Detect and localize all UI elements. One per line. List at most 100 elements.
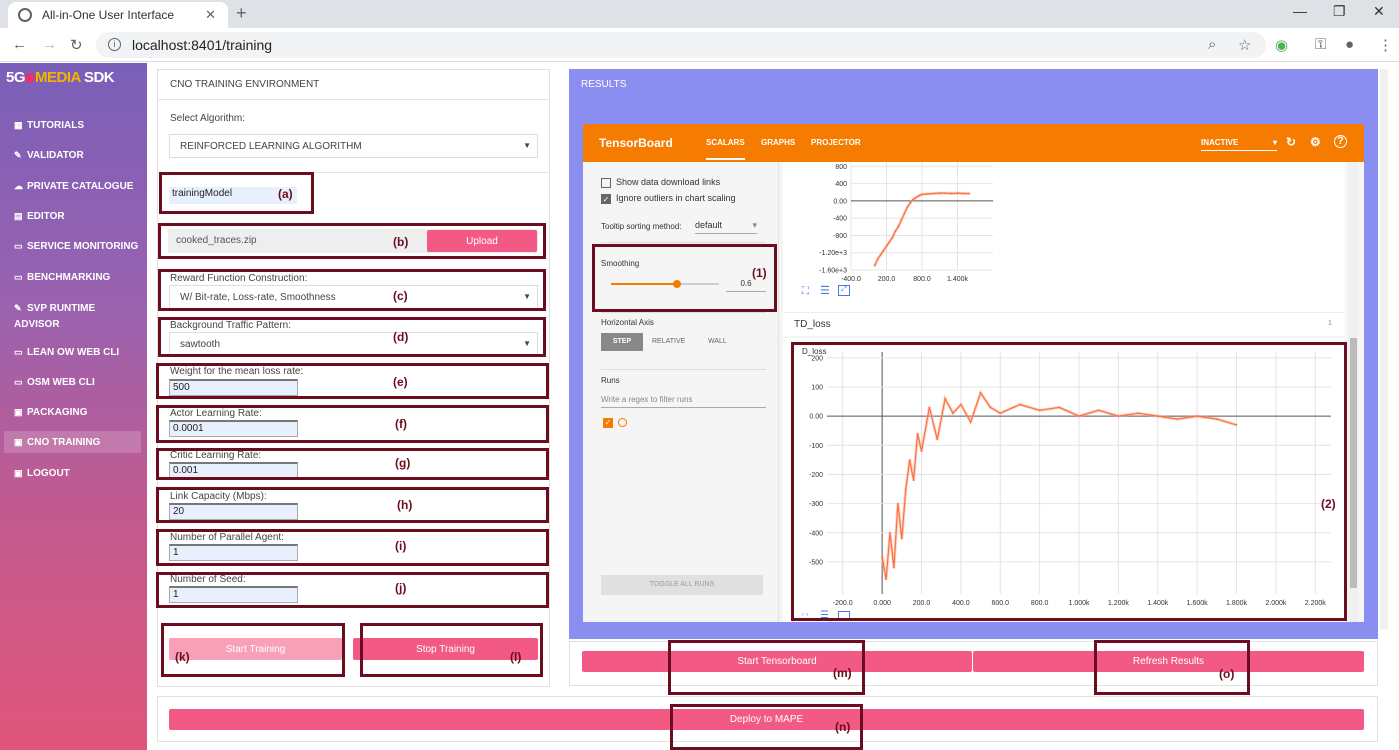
sidebar-item-label: PRIVATE CATALOGUE: [27, 181, 134, 192]
show-download-label: Show data download links: [616, 177, 721, 187]
maximize-icon[interactable]: ❐: [1333, 3, 1346, 20]
sidebar-item-private-catalogue[interactable]: ☁ PRIVATE CATALOGUE: [14, 178, 139, 195]
logo-5g: 5G: [6, 69, 26, 86]
show-download-checkbox[interactable]: Show data download links: [601, 177, 720, 188]
axis-wall-button[interactable]: WALL: [708, 338, 727, 345]
sidebar: 5G MEDIA SDK ▦ TUTORIALS ✎ VALIDATOR ☁ PRIVA…: [0, 63, 147, 750]
page-scrollbar[interactable]: [1380, 69, 1388, 629]
fullscreen-icon[interactable]: ⛶: [802, 286, 809, 297]
sidebar-item-cno-training[interactable]: ▣ CNO TRAINING: [4, 431, 141, 453]
sidebar-item-svp-runtime-advisor[interactable]: ✎ SVP RUNTIME ADVISOR: [14, 300, 139, 333]
sidebar-item-logout[interactable]: ▣ LOGOUT: [14, 465, 139, 482]
status-select[interactable]: INACTIVE ▾: [1201, 138, 1277, 151]
logo-dot-icon: [25, 73, 36, 84]
annotation-c: (c): [393, 289, 408, 303]
info-icon[interactable]: i: [108, 38, 121, 51]
annotation-2: (2): [1321, 497, 1336, 511]
sidebar-item-label: CNO TRAINING: [27, 437, 101, 448]
training-panel-header: CNO TRAINING ENVIRONMENT: [158, 70, 549, 100]
annotation-box-d: [158, 317, 546, 357]
algorithm-value: REINFORCED LEARNING ALGORITHM: [180, 141, 362, 152]
new-tab-icon[interactable]: +: [236, 3, 247, 24]
reload-icon[interactable]: ↻: [70, 36, 83, 54]
zoom-icon[interactable]: ⌕: [1208, 36, 1216, 53]
sidebar-item-validator[interactable]: ✎ VALIDATOR: [14, 147, 139, 164]
y-tick-label: 800: [835, 164, 847, 171]
toggle-all-runs-button[interactable]: TOGGLE ALL RUNS: [601, 575, 763, 595]
close-tab-icon[interactable]: ✕: [205, 7, 216, 23]
edit-icon: ▤: [14, 211, 23, 221]
sidebar-item-packaging[interactable]: ▣ PACKAGING: [14, 404, 139, 421]
sidebar-item-benchmarking[interactable]: ▭ BENCHMARKING: [14, 269, 139, 286]
annotation-j: (j): [395, 581, 407, 595]
help-icon[interactable]: ?: [1334, 135, 1347, 148]
chart-top-svg: -400.0 200.0 800.0 1.400k 800 400 0.00 -400 -800…: [819, 162, 993, 283]
close-window-icon[interactable]: ✕: [1373, 3, 1385, 20]
profile-icon[interactable]: ●: [1345, 36, 1354, 53]
box-icon: ▣: [14, 407, 23, 417]
td-loss-card-header[interactable]: TD_loss 1: [783, 312, 1345, 336]
annotation-m: (m): [833, 666, 852, 680]
data-point: [897, 225, 900, 228]
tab-graphs[interactable]: GRAPHS: [761, 138, 795, 147]
wrench-icon: ✎: [14, 150, 22, 160]
data-point: [968, 192, 971, 195]
minimize-icon[interactable]: —: [1293, 3, 1307, 19]
sidebar-item-tutorials[interactable]: ▦ TUTORIALS: [14, 117, 139, 134]
annotation-l: (l): [510, 650, 522, 664]
url-text: localhost:8401/training: [132, 37, 273, 53]
data-point: [891, 236, 894, 239]
refresh-icon[interactable]: ↻: [1286, 135, 1296, 149]
annotation-box-g: [156, 448, 549, 480]
annotation-box-j: [156, 572, 549, 608]
settings-gear-icon[interactable]: ⚙: [1310, 135, 1321, 149]
ignore-outliers-checkbox[interactable]: ✓ Ignore outliers in chart scaling: [601, 193, 736, 204]
algorithm-select[interactable]: REINFORCED LEARNING ALGORITHM ▼: [169, 134, 538, 158]
monitor-icon: ▭: [14, 241, 23, 251]
scrollbar-thumb[interactable]: [1350, 338, 1357, 588]
menu-kebab-icon[interactable]: ⋮: [1378, 36, 1393, 54]
tensorboard-scrollbar[interactable]: [1348, 162, 1358, 622]
extension-icon[interactable]: ◉: [1275, 36, 1288, 54]
logo-media: MEDIA: [35, 69, 81, 86]
forward-icon[interactable]: →: [42, 36, 57, 53]
data-point: [956, 192, 959, 195]
data-point: [873, 264, 876, 267]
chevron-down-icon: ▾: [1272, 138, 1277, 147]
axis-step-button[interactable]: STEP: [601, 333, 643, 351]
data-point: [909, 202, 912, 204]
url-field[interactable]: i localhost:8401/training: [96, 32, 1266, 58]
y-tick-label: -400: [833, 216, 847, 223]
annotation-box-e: [156, 363, 549, 399]
tab-scalars[interactable]: SCALARS: [706, 138, 745, 160]
divider: [601, 369, 766, 370]
annotation-g: (g): [395, 456, 411, 470]
browser-tab[interactable]: All-in-One User Interface ✕: [8, 2, 228, 28]
status-value: INACTIVE: [1201, 138, 1239, 147]
sidebar-item-service-monitoring[interactable]: ▭ SERVICE MONITORING: [14, 238, 139, 255]
y-tick-label: 0.00: [833, 198, 847, 205]
y-tick-label: 400: [835, 181, 847, 188]
logo-sdk: SDK: [83, 69, 115, 86]
monitor-icon: ▭: [14, 347, 23, 357]
runs-filter-input[interactable]: Write a regex to filter runs: [601, 395, 766, 408]
data-point: [885, 245, 888, 248]
sidebar-item-osm-web-cli[interactable]: ▭ OSM WEB CLI: [14, 374, 139, 391]
logo: 5G MEDIA SDK: [6, 69, 115, 86]
back-icon[interactable]: ←: [12, 36, 27, 53]
fit-domain-icon[interactable]: ⤢: [838, 285, 850, 296]
key-icon[interactable]: ⚿: [1315, 36, 1326, 53]
annotation-box-i: [156, 529, 549, 566]
list-lines-icon[interactable]: ☰: [820, 284, 830, 297]
run-checkbox[interactable]: ✓: [603, 418, 613, 428]
axis-relative-button[interactable]: RELATIVE: [652, 338, 685, 345]
run-color-icon: [618, 418, 627, 427]
sidebar-item-lean-ow-web-cli[interactable]: ▭ LEAN OW WEB CLI: [14, 344, 139, 361]
data-point: [944, 192, 947, 195]
tooltip-sorting-select[interactable]: default ▾: [695, 220, 757, 234]
tab-projector[interactable]: PROJECTOR: [811, 138, 861, 147]
tooltip-sorting-label: Tooltip sorting method:: [601, 222, 682, 231]
tab-title: All-in-One User Interface: [42, 8, 175, 22]
bookmark-star-icon[interactable]: ☆: [1238, 36, 1251, 54]
sidebar-item-editor[interactable]: ▤ EDITOR: [14, 208, 139, 225]
